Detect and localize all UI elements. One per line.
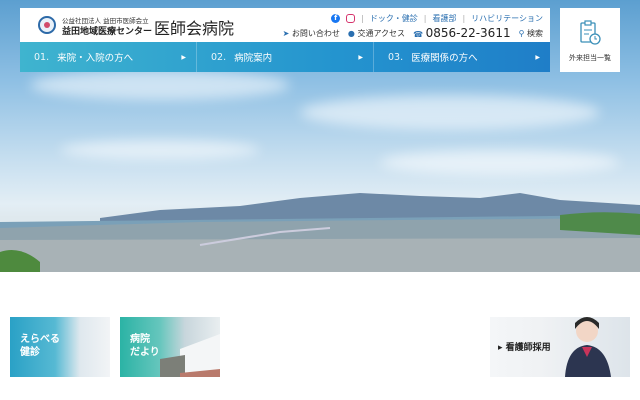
hospital-logo-icon[interactable] [38, 16, 56, 34]
access-link[interactable]: ● 交通アクセス [348, 28, 405, 39]
nurse-photo [565, 317, 611, 377]
triangle-right-icon: ▶ [535, 53, 540, 61]
link-rehab[interactable]: リハビリテーション [471, 13, 543, 24]
facebook-icon[interactable]: f [331, 14, 341, 23]
triangle-right-icon: ▶ [181, 53, 186, 61]
search-link[interactable]: ⚲ 検索 [519, 28, 543, 39]
center-name[interactable]: 益田地域医療センター [62, 24, 152, 37]
main-nav: 01. 来院・入院の方へ ▶ 02. 病院案内 ▶ 03. 医療関係の方へ ▶ [20, 42, 550, 72]
instagram-icon[interactable] [346, 14, 356, 23]
contact-link[interactable]: ➤ お問い合わせ [283, 28, 340, 39]
hospital-news-banner[interactable]: 病院 だより [120, 317, 220, 377]
site-header: 公益社団法人 益田市医師会立 益田地域医療センター 医師会病院 f | ドック・… [20, 8, 550, 42]
nurse-recruit-banner[interactable]: ▸ 看護師採用 [490, 317, 630, 377]
outpatient-schedule-button[interactable]: 外来担当一覧 [560, 8, 620, 72]
hospital-name[interactable]: 医師会病院 [154, 15, 234, 39]
hospital-building-image [160, 334, 220, 377]
nav-hospital-info[interactable]: 02. 病院案内 ▶ [197, 42, 374, 72]
search-icon: ⚲ [518, 28, 525, 38]
map-pin-icon: ● [347, 28, 355, 38]
triangle-right-icon: ▶ [358, 53, 363, 61]
link-dock[interactable]: ドック・健診 [370, 13, 418, 24]
nav-visitors[interactable]: 01. 来院・入院の方へ ▶ [20, 42, 197, 72]
contact-links: ➤ お問い合わせ ● 交通アクセス ☎ 0856-22-3611 ⚲ 検索 [283, 26, 543, 40]
nav-medical-professionals[interactable]: 03. 医療関係の方へ ▶ [374, 42, 550, 72]
paper-plane-icon: ➤ [282, 28, 290, 38]
utility-links: f | ドック・健診 | 看護部 | リハビリテーション [331, 13, 543, 24]
phone-icon: ☎ [413, 30, 424, 39]
schedule-clipboard-icon [580, 20, 601, 45]
checkup-banner[interactable]: えらべる 健診 [10, 317, 110, 377]
phone-link[interactable]: ☎ 0856-22-3611 [413, 26, 511, 40]
link-nursing[interactable]: 看護部 [432, 13, 456, 24]
